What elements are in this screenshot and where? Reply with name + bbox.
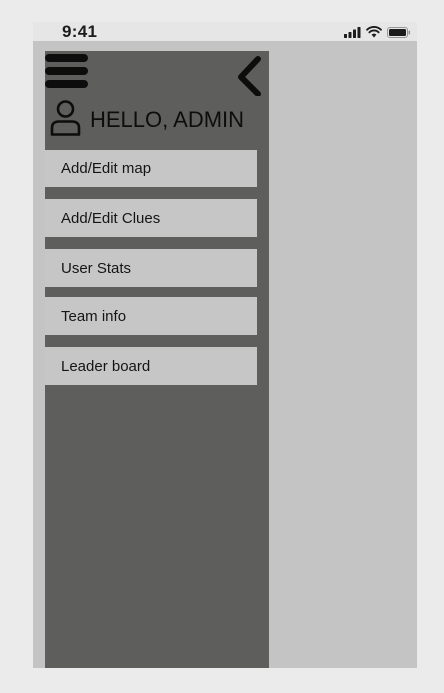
status-icons: [344, 26, 411, 38]
menu-item-add-edit-map[interactable]: Add/Edit map: [45, 150, 257, 187]
battery-icon: [387, 26, 411, 38]
admin-greeting: HELLO, ADMIN: [49, 99, 244, 137]
status-time: 9:41: [62, 22, 98, 41]
hamburger-menu-icon[interactable]: [45, 54, 89, 90]
signal-icon: [344, 26, 361, 38]
menu-item-label: Add/Edit map: [61, 160, 152, 177]
menu-item-leader-board[interactable]: Leader board: [45, 347, 257, 385]
user-icon: [50, 100, 81, 136]
menu-item-label: Leader board: [61, 357, 151, 375]
hamburger-bar: [45, 54, 88, 62]
hamburger-bar: [45, 67, 88, 75]
menu-item-user-stats[interactable]: User Stats: [45, 249, 257, 287]
status-bar: 9:41: [33, 22, 417, 41]
hamburger-bar: [45, 80, 88, 88]
page: 9:41 HELLO, ADMIN Add/Edit map Add/Edit …: [0, 0, 444, 693]
menu-item-label: User Stats: [61, 259, 132, 277]
menu-item-team-info[interactable]: Team info: [45, 297, 257, 335]
menu-item-label: Add/Edit Clues: [61, 209, 161, 227]
menu-item-label: Team info: [61, 307, 127, 325]
navigation-drawer: HELLO, ADMIN Add/Edit map Add/Edit Clues…: [45, 51, 269, 668]
chevron-left-icon[interactable]: [233, 56, 265, 97]
wifi-icon: [366, 26, 382, 38]
menu-item-add-edit-clues[interactable]: Add/Edit Clues: [45, 199, 257, 237]
greeting-text: HELLO, ADMIN: [90, 107, 245, 132]
phone-screen: 9:41 HELLO, ADMIN Add/Edit map Add/Edit …: [33, 22, 417, 668]
